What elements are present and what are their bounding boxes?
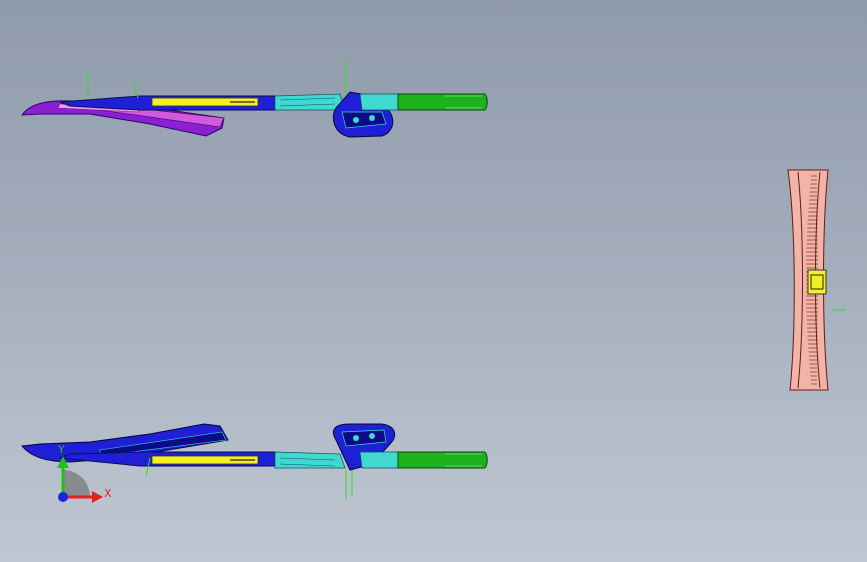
top-cyan-rail xyxy=(274,93,346,111)
bottom-assembly-view[interactable] xyxy=(21,423,488,500)
triad-x-label: X xyxy=(104,487,112,500)
coordinate-triad xyxy=(57,456,103,503)
model-canvas[interactable] xyxy=(0,0,867,562)
triad-shading-icon xyxy=(63,470,90,497)
top-assembly-view[interactable] xyxy=(20,58,488,138)
triad-z-axis xyxy=(58,492,68,502)
graphics-viewport[interactable]: Y X xyxy=(0,0,867,562)
right-end-view[interactable] xyxy=(787,169,846,391)
triad-y-label: Y xyxy=(58,443,65,456)
